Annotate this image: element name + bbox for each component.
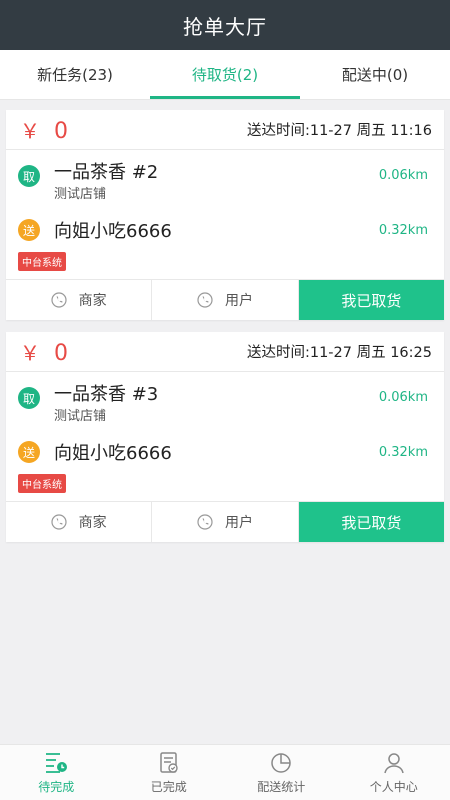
nav-profile-label: 个人中心	[369, 779, 418, 794]
phone-icon	[51, 514, 67, 530]
order-price: ￥ 0	[20, 115, 68, 144]
phone-icon	[51, 292, 67, 308]
source-tag: 中台系统	[18, 252, 66, 271]
call-merchant-button[interactable]: 商家	[6, 280, 153, 320]
nav-statistics[interactable]: 配送统计	[225, 745, 338, 800]
call-user-button[interactable]: 用户	[152, 280, 299, 320]
dropoff-badge: 送	[18, 219, 40, 241]
pickup-distance: 0.06km	[378, 168, 428, 183]
phone-icon	[197, 292, 213, 308]
order-header: ￥ 0 送达时间:11-27 周五 16:25	[6, 332, 444, 372]
tab-new-tasks[interactable]: 新任务(23)	[0, 50, 150, 99]
picked-up-button[interactable]: 我已取货	[298, 502, 444, 542]
delivery-time: 送达时间:11-27 周五 16:25	[246, 345, 432, 361]
order-card[interactable]: ￥ 0 送达时间:11-27 周五 16:25 取 一品茶香 #3 测试店铺 0…	[6, 332, 444, 542]
pickup-name: 一品茶香 #3	[54, 384, 159, 405]
pickup-name: 一品茶香 #2	[54, 162, 159, 183]
order-body: 取 一品茶香 #3 测试店铺 0.06km 送 向姐小吃6666 0.32km …	[6, 372, 444, 502]
order-actions: 商家 用户 我已取货	[6, 502, 444, 542]
nav-statistics-label: 配送统计	[257, 779, 306, 794]
dropoff-name: 向姐小吃6666	[54, 443, 172, 464]
pie-chart-icon	[271, 752, 291, 773]
pickup-badge: 取	[18, 165, 40, 187]
order-price: ￥ 0	[20, 337, 68, 366]
delivery-time: 送达时间:11-27 周五 11:16	[246, 123, 432, 139]
order-card[interactable]: ￥ 0 送达时间:11-27 周五 11:16 取 一品茶香 #2 测试店铺 0…	[6, 110, 444, 320]
source-tag: 中台系统	[18, 474, 66, 493]
pickup-store: 测试店铺	[54, 187, 107, 202]
dropoff-name: 向姐小吃6666	[54, 221, 172, 242]
dropoff-badge: 送	[18, 441, 40, 463]
nav-completed[interactable]: 已完成	[113, 745, 226, 800]
pickup-store: 测试店铺	[54, 409, 107, 424]
call-merchant-button[interactable]: 商家	[6, 502, 153, 542]
price-value: 0	[54, 341, 68, 366]
phone-icon	[197, 514, 213, 530]
pickup-row: 取 一品茶香 #2 测试店铺 0.06km	[18, 160, 428, 212]
merchant-label: 商家	[78, 293, 107, 309]
app-header: 抢单大厅	[0, 0, 450, 50]
dropoff-distance: 0.32km	[378, 222, 428, 238]
tab-bar: 新任务(23) 待取货(2) 配送中(0)	[0, 50, 450, 100]
completed-doc-icon	[160, 751, 178, 773]
bottom-nav: 待完成 已完成 配送统计 个人中心	[0, 744, 450, 800]
order-actions: 商家 用户 我已取货	[6, 280, 444, 320]
dropoff-row: 送 向姐小吃6666 0.32km	[18, 212, 428, 248]
user-label: 用户	[224, 293, 253, 309]
price-value: 0	[54, 119, 68, 144]
nav-pending-label: 待完成	[38, 779, 75, 794]
dropoff-distance: 0.32km	[378, 444, 428, 460]
user-label: 用户	[224, 515, 253, 531]
currency-symbol: ￥	[20, 119, 40, 143]
nav-pending[interactable]: 待完成	[0, 745, 113, 800]
call-user-button[interactable]: 用户	[152, 502, 299, 542]
pickup-row: 取 一品茶香 #3 测试店铺 0.06km	[18, 382, 428, 434]
tab-delivering[interactable]: 配送中(0)	[300, 50, 450, 99]
order-header: ￥ 0 送达时间:11-27 周五 11:16	[6, 110, 444, 150]
person-icon	[384, 752, 404, 773]
pickup-distance: 0.06km	[378, 390, 428, 405]
order-list: ￥ 0 送达时间:11-27 周五 11:16 取 一品茶香 #2 测试店铺 0…	[0, 100, 450, 542]
merchant-label: 商家	[78, 515, 107, 531]
pickup-badge: 取	[18, 387, 40, 409]
page-title: 抢单大厅	[183, 14, 267, 39]
picked-up-button[interactable]: 我已取货	[298, 280, 444, 320]
tab-pending-pickup[interactable]: 待取货(2)	[150, 50, 300, 99]
nav-profile[interactable]: 个人中心	[338, 745, 450, 800]
currency-symbol: ￥	[20, 341, 40, 365]
pending-list-icon	[46, 752, 68, 773]
nav-completed-label: 已完成	[150, 779, 187, 794]
dropoff-row: 送 向姐小吃6666 0.32km	[18, 434, 428, 470]
order-body: 取 一品茶香 #2 测试店铺 0.06km 送 向姐小吃6666 0.32km …	[6, 150, 444, 280]
